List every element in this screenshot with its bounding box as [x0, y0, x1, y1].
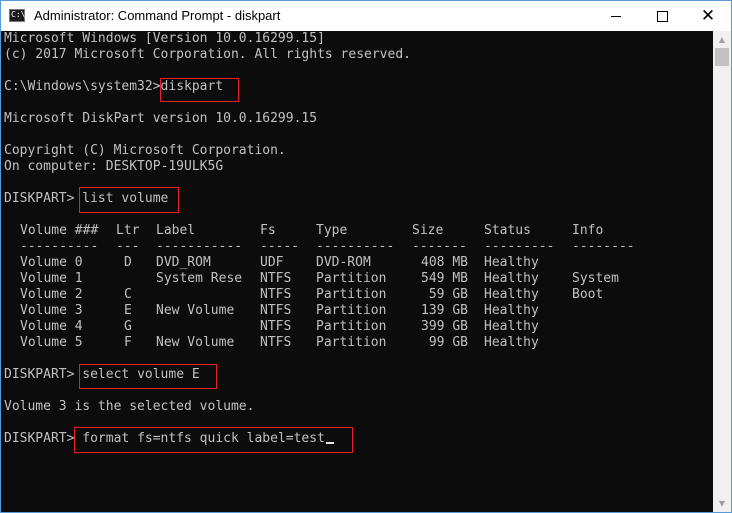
- cell-ltr: G: [124, 319, 132, 334]
- separator-ltr: ---: [116, 239, 140, 254]
- console-header-version: Microsoft Windows [Version 10.0.16299.15…: [4, 31, 325, 46]
- cell-fs: NTFS: [260, 319, 292, 334]
- header-type: Type: [316, 223, 348, 238]
- header-volume: Volume ###: [20, 223, 99, 238]
- minimize-button[interactable]: [593, 1, 639, 31]
- cell-info: System: [572, 271, 619, 286]
- vertical-scrollbar[interactable]: ▲ ▼: [713, 31, 731, 512]
- table-row: Volume 3 E New Volume NTFS Partition 139…: [4, 303, 704, 319]
- separator-size: -------: [412, 239, 467, 254]
- command-prompt-window: C:\ Administrator: Command Prompt - disk…: [0, 0, 732, 513]
- table-row: Volume 1 System Rese NTFS Partition 549 …: [4, 271, 704, 287]
- cell-fs: NTFS: [260, 335, 292, 350]
- console-header-copyright: (c) 2017 Microsoft Corporation. All righ…: [4, 47, 411, 62]
- console-icon[interactable]: C:\: [9, 9, 25, 22]
- separator-status: ---------: [484, 239, 555, 254]
- cell-ltr: C: [124, 287, 132, 302]
- diskpart-copyright-line: Copyright (C) Microsoft Corporation.: [4, 143, 286, 158]
- cell-fs: NTFS: [260, 303, 292, 318]
- cell-volume: Volume 3: [20, 303, 83, 318]
- header-info: Info: [572, 223, 604, 238]
- scroll-up-button[interactable]: ▲: [713, 31, 731, 48]
- cell-volume: Volume 2: [20, 287, 83, 302]
- diskpart-version-line: Microsoft DiskPart version 10.0.16299.15: [4, 111, 318, 126]
- cell-volume: Volume 0: [20, 255, 83, 270]
- cell-status: Healthy: [484, 287, 539, 302]
- table-row: Volume 5 F New Volume NTFS Partition 99 …: [4, 335, 704, 351]
- cell-status: Healthy: [484, 303, 539, 318]
- cell-type: Partition: [316, 335, 387, 350]
- close-icon: ✕: [700, 5, 716, 26]
- cell-volume: Volume 4: [20, 319, 83, 334]
- maximize-icon: [656, 10, 668, 22]
- console-icon-label: C:\: [11, 10, 26, 19]
- cell-label: DVD_ROM: [156, 255, 211, 270]
- diskpart-prompt: DISKPART>: [4, 431, 83, 446]
- cell-label: New Volume: [156, 335, 235, 350]
- cell-status: Healthy: [484, 271, 539, 286]
- cell-size: 408 MB: [421, 255, 468, 270]
- cell-size: 139 GB: [421, 303, 468, 318]
- cell-label: System Rese: [156, 271, 243, 286]
- cell-volume: Volume 5: [20, 335, 83, 350]
- header-ltr: Ltr: [116, 223, 140, 238]
- window-title: Administrator: Command Prompt - diskpart: [34, 8, 281, 23]
- cell-type: Partition: [316, 287, 387, 302]
- cell-status: Healthy: [484, 255, 539, 270]
- cell-type: Partition: [316, 271, 387, 286]
- header-label: Label: [156, 223, 196, 238]
- minimize-icon: [611, 15, 621, 17]
- scroll-down-arrow-icon: ▼: [718, 499, 726, 508]
- separator-type: ----------: [316, 239, 395, 254]
- table-separator-row: ---------- --- ----------- ----- -------…: [4, 239, 704, 255]
- cell-size: 59 GB: [428, 287, 468, 302]
- highlight-box-diskpart: [160, 78, 239, 102]
- prompt-path: C:\Windows\system32>: [4, 79, 161, 94]
- table-row: Volume 4 G NTFS Partition 399 GB Healthy: [4, 319, 704, 335]
- highlight-box-list-volume: [79, 187, 179, 213]
- cell-type: Partition: [316, 319, 387, 334]
- cell-info: Boot: [572, 287, 604, 302]
- table-header-row: Volume ### Ltr Label Fs Type Size Status…: [4, 223, 704, 239]
- close-button[interactable]: ✕: [685, 1, 731, 31]
- cell-status: Healthy: [484, 335, 539, 350]
- cell-size: 99 GB: [428, 335, 468, 350]
- cell-type: Partition: [316, 303, 387, 318]
- title-bar[interactable]: C:\ Administrator: Command Prompt - disk…: [1, 1, 731, 31]
- separator-volume: ----------: [20, 239, 99, 254]
- maximize-button[interactable]: [639, 1, 685, 31]
- computer-name-line: On computer: DESKTOP-19ULK5G: [4, 159, 224, 174]
- console-output[interactable]: Microsoft Windows [Version 10.0.16299.15…: [1, 31, 713, 512]
- header-fs: Fs: [260, 223, 276, 238]
- cell-fs: UDF: [260, 255, 284, 270]
- highlight-box-select-volume: [79, 364, 217, 389]
- cell-volume: Volume 1: [20, 271, 83, 286]
- cell-ltr: E: [124, 303, 132, 318]
- cell-status: Healthy: [484, 319, 539, 334]
- header-status: Status: [484, 223, 531, 238]
- cell-size: 399 GB: [421, 319, 468, 334]
- diskpart-prompt: DISKPART>: [4, 367, 83, 382]
- cell-size: 549 MB: [421, 271, 468, 286]
- separator-fs: -----: [260, 239, 300, 254]
- scroll-down-button[interactable]: ▼: [713, 495, 731, 512]
- cell-label: New Volume: [156, 303, 235, 318]
- cell-fs: NTFS: [260, 271, 292, 286]
- selected-volume-message: Volume 3 is the selected volume.: [4, 399, 255, 414]
- separator-label: -----------: [156, 239, 243, 254]
- cell-ltr: D: [124, 255, 132, 270]
- cell-type: DVD-ROM: [316, 255, 371, 270]
- table-row: Volume 0 D DVD_ROM UDF DVD-ROM 408 MB He…: [4, 255, 704, 271]
- separator-info: --------: [572, 239, 635, 254]
- highlight-box-format: [74, 427, 353, 453]
- scroll-up-arrow-icon: ▲: [718, 35, 726, 44]
- diskpart-prompt: DISKPART>: [4, 191, 83, 206]
- cell-ltr: F: [124, 335, 132, 350]
- cell-fs: NTFS: [260, 287, 292, 302]
- scrollbar-thumb[interactable]: [715, 48, 729, 66]
- header-size: Size: [412, 223, 444, 238]
- table-row: Volume 2 C NTFS Partition 59 GB Healthy …: [4, 287, 704, 303]
